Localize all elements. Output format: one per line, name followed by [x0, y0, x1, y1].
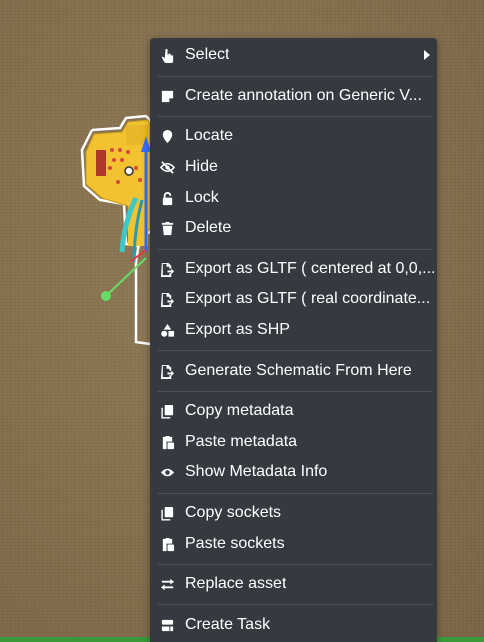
menu-divider: [158, 116, 433, 117]
shapes-icon: [158, 321, 176, 339]
menu-item-label: Export as GLTF ( real coordinate...: [185, 290, 431, 307]
menu-item-label: Create annotation on Generic V...: [185, 87, 422, 104]
menu-item-export-gltf-real[interactable]: Export as GLTF ( real coordinate...: [150, 286, 437, 312]
menu-item-label: Copy metadata: [185, 402, 294, 419]
menu-item-label: Copy sockets: [185, 504, 282, 521]
menu-item-lock[interactable]: Lock: [150, 185, 437, 211]
file-export-icon: [158, 260, 176, 278]
menu-item-create-task[interactable]: Create Task: [150, 612, 437, 638]
menu-divider: [158, 391, 433, 392]
menu-item-label: Create Task: [185, 616, 271, 633]
hand-pointer-icon: [158, 46, 176, 64]
eye-icon: [158, 463, 176, 481]
menu-item-generate-schematic[interactable]: Generate Schematic From Here: [150, 358, 437, 384]
map-marker-icon: [158, 127, 176, 145]
model-panel-red: [96, 150, 106, 176]
eye-slash-icon: [158, 158, 176, 176]
task-icon: [158, 616, 176, 634]
model-knob: [124, 166, 134, 176]
gizmo-z-axis: [107, 257, 147, 295]
menu-item-export-gltf-centered[interactable]: Export as GLTF ( centered at 0,0,...: [150, 256, 437, 282]
paste-icon: [158, 433, 176, 451]
menu-item-label: Paste metadata: [185, 433, 298, 450]
copy-icon: [158, 402, 176, 420]
paste-icon: [158, 535, 176, 553]
menu-item-label: Hide: [185, 158, 218, 175]
copy-icon: [158, 504, 176, 522]
menu-item-label: Paste sockets: [185, 535, 285, 552]
menu-item-export-shp[interactable]: Export as SHP: [150, 317, 437, 343]
menu-item-delete[interactable]: Delete: [150, 215, 437, 241]
lock-icon: [158, 189, 176, 207]
file-export-icon: [158, 290, 176, 308]
menu-item-locate[interactable]: Locate: [150, 123, 437, 149]
menu-item-select[interactable]: Select: [150, 42, 437, 68]
menu-item-label: Show Metadata Info: [185, 463, 328, 480]
submenu-arrow-icon: [424, 50, 430, 60]
menu-divider: [158, 76, 433, 77]
menu-divider: [158, 604, 433, 605]
menu-item-label: Generate Schematic From Here: [185, 362, 412, 379]
menu-item-label: Select: [185, 46, 230, 63]
file-export-icon: [158, 362, 176, 380]
gizmo-z-handle[interactable]: [101, 291, 111, 301]
menu-item-paste-sockets[interactable]: Paste sockets: [150, 531, 437, 557]
menu-item-label: Export as GLTF ( centered at 0,0,...: [185, 260, 436, 277]
annotation-icon: [158, 87, 176, 105]
menu-item-hide[interactable]: Hide: [150, 154, 437, 180]
menu-item-label: Export as SHP: [185, 321, 290, 338]
context-menu: Select Create annotation on Generic V... L…: [150, 38, 437, 642]
menu-divider: [158, 350, 433, 351]
trash-icon: [158, 219, 176, 237]
menu-item-label: Replace asset: [185, 575, 287, 592]
menu-divider: [158, 249, 433, 250]
menu-item-paste-metadata[interactable]: Paste metadata: [150, 429, 437, 455]
menu-item-create-annotation[interactable]: Create annotation on Generic V...: [150, 83, 437, 109]
menu-item-label: Delete: [185, 219, 232, 236]
menu-item-copy-sockets[interactable]: Copy sockets: [150, 500, 437, 526]
menu-divider: [158, 564, 433, 565]
exchange-icon: [158, 575, 176, 593]
menu-divider: [158, 493, 433, 494]
menu-item-label: Lock: [185, 189, 219, 206]
menu-item-replace-asset[interactable]: Replace asset: [150, 571, 437, 597]
menu-item-label: Locate: [185, 127, 234, 144]
menu-item-copy-metadata[interactable]: Copy metadata: [150, 398, 437, 424]
menu-item-show-metadata-info[interactable]: Show Metadata Info: [150, 459, 437, 485]
